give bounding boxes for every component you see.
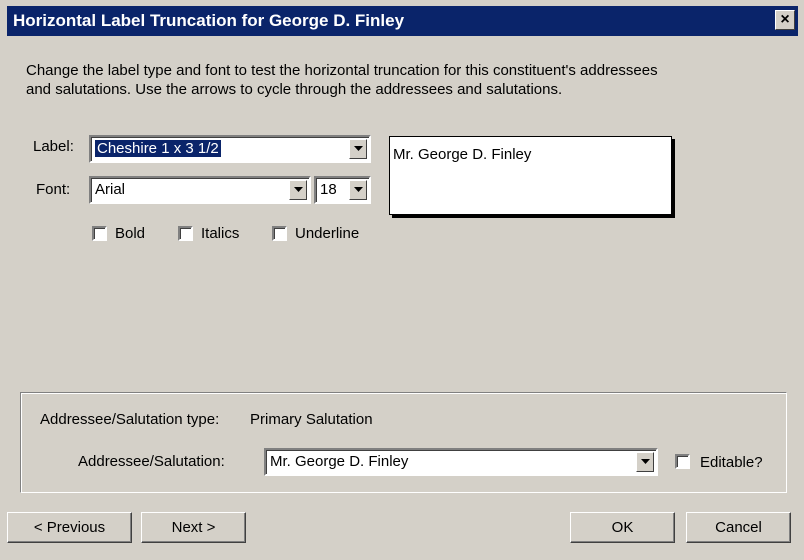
label-type-dropdown-button[interactable] <box>349 139 367 159</box>
font-size-select[interactable]: 18 <box>314 176 371 204</box>
instructions-text: Change the label type and font to test t… <box>26 61 658 99</box>
underline-label: Underline <box>295 225 360 242</box>
addressee-dropdown-button[interactable] <box>636 452 654 472</box>
close-button[interactable]: × <box>775 10 795 30</box>
font-label: Font: <box>36 181 71 198</box>
underline-checkbox[interactable] <box>272 226 287 241</box>
ok-button[interactable]: OK <box>570 512 675 543</box>
chevron-down-icon <box>294 187 303 192</box>
dialog-window: Horizontal Label Truncation for George D… <box>0 0 804 560</box>
editable-label: Editable? <box>700 454 763 471</box>
font-value: Arial <box>95 181 126 198</box>
label-type-value: Cheshire 1 x 3 1/2 <box>95 140 221 157</box>
font-size-value: 18 <box>320 181 337 198</box>
label-preview: Mr. George D. Finley <box>389 136 672 215</box>
editable-checkbox[interactable] <box>675 454 690 469</box>
cancel-button[interactable]: Cancel <box>686 512 791 543</box>
bold-label: Bold <box>115 225 146 242</box>
title-bar[interactable]: Horizontal Label Truncation for George D… <box>7 6 798 36</box>
previous-button[interactable]: < Previous <box>7 512 132 543</box>
bold-checkbox[interactable] <box>92 226 107 241</box>
chevron-down-icon <box>354 187 363 192</box>
addressee-select[interactable]: Mr. George D. Finley <box>264 448 658 476</box>
addressee-value: Mr. George D. Finley <box>270 453 409 470</box>
addressee-field-label: Addressee/Salutation: <box>78 453 225 470</box>
chevron-down-icon <box>354 146 363 151</box>
next-button[interactable]: Next > <box>141 512 246 543</box>
chevron-down-icon <box>641 459 650 464</box>
font-size-dropdown-button[interactable] <box>349 180 367 200</box>
label-type-select[interactable]: Cheshire 1 x 3 1/2 <box>89 135 371 163</box>
font-dropdown-button[interactable] <box>289 180 307 200</box>
addressee-type-value: Primary Salutation <box>250 411 373 428</box>
label-preview-text: Mr. George D. Finley <box>393 146 532 163</box>
close-icon: × <box>780 11 790 28</box>
instructions-line-1: Change the label type and font to test t… <box>26 62 658 79</box>
label-type-label: Label: <box>33 138 74 155</box>
addressee-type-label: Addressee/Salutation type: <box>40 411 220 428</box>
addressee-group <box>20 392 787 493</box>
italics-checkbox[interactable] <box>178 226 193 241</box>
italics-label: Italics <box>201 225 240 242</box>
dialog-title: Horizontal Label Truncation for George D… <box>13 11 405 30</box>
instructions-line-2: and salutations. Use the arrows to cycle… <box>26 81 563 98</box>
font-select[interactable]: Arial <box>89 176 311 204</box>
